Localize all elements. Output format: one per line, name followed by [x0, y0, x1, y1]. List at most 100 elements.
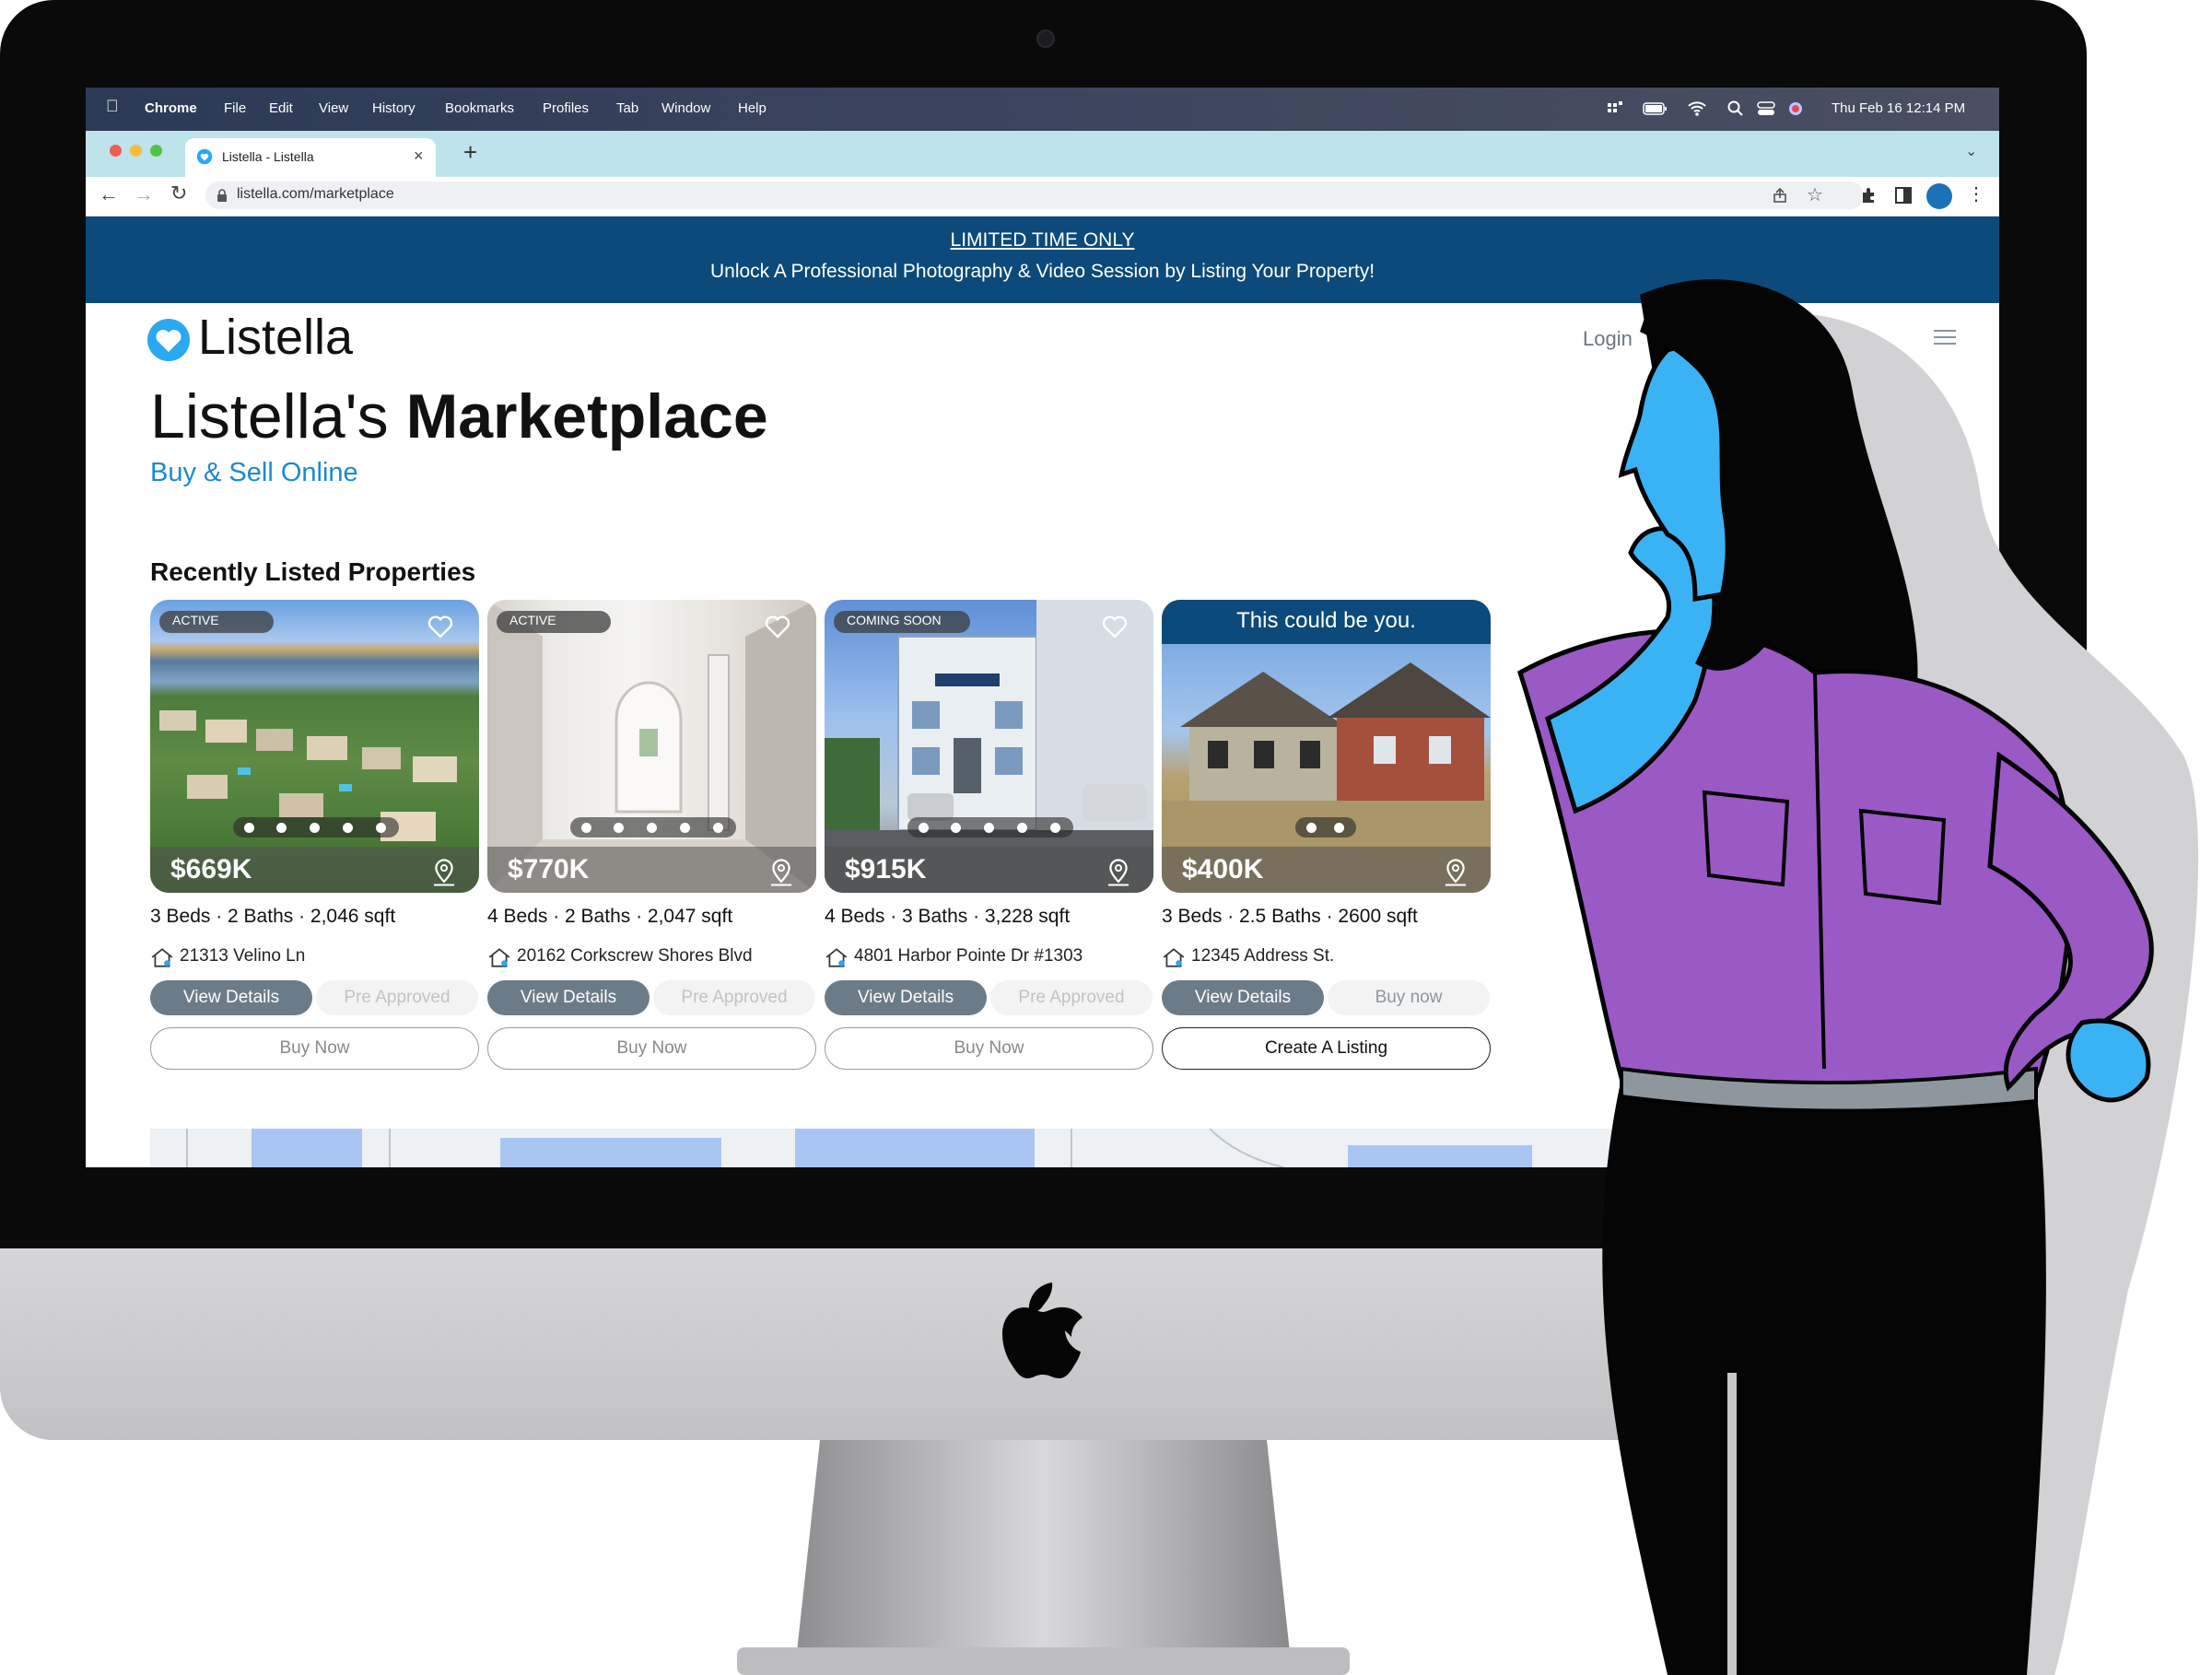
property-address: 4801 Harbor Pointe Dr #1303	[854, 946, 1083, 966]
home-address-icon	[151, 948, 173, 967]
pre-approved-button[interactable]: Pre Approved	[653, 980, 815, 1015]
menu-window[interactable]: Window	[661, 100, 710, 116]
browser-menu-kebab-icon[interactable]: ⋮	[1967, 182, 1985, 205]
macos-menubar:  Chrome File Edit View History Bookmark…	[86, 88, 1999, 131]
property-price: $400K	[1182, 854, 1264, 884]
browser-toolbar: ← → ↻ listella.com/marketplace ☆ ⋮	[86, 177, 1999, 217]
property-facts: 4 Beds · 3 Baths · 3,228 sqft	[825, 906, 1071, 927]
promo-headline-link[interactable]: LIMITED TIME ONLY	[86, 229, 1999, 252]
buy-now-button[interactable]: Buy Now	[487, 1027, 816, 1070]
page-subtitle: Buy & Sell Online	[150, 458, 358, 487]
tab-listella[interactable]: Listella - Listella ×	[185, 138, 436, 177]
bookmark-star-icon[interactable]: ☆	[1807, 183, 1823, 206]
address-bar[interactable]: listella.com/marketplace ☆	[205, 182, 1864, 209]
favorite-heart-icon[interactable]	[1099, 611, 1130, 640]
window-close-button[interactable]	[110, 145, 122, 157]
menu-bookmarks[interactable]: Bookmarks	[445, 100, 514, 116]
pre-approved-button[interactable]: Pre Approved	[990, 980, 1153, 1015]
window-minimize-button[interactable]	[130, 145, 142, 157]
forward-arrow-icon[interactable]: →	[134, 182, 154, 206]
control-center-icon[interactable]	[1756, 100, 1776, 118]
property-address: 20162 Corkscrew Shores Blvd	[517, 946, 753, 966]
property-facts: 4 Beds · 2 Baths · 2,047 sqft	[487, 906, 733, 927]
page-title: Listella's Marketplace	[150, 381, 768, 452]
map-preview[interactable]	[150, 1129, 1624, 1167]
lock-icon	[217, 189, 227, 202]
map-pin-icon[interactable]	[1105, 858, 1132, 887]
menu-tab[interactable]: Tab	[616, 100, 638, 116]
property-photo-condo[interactable]: COMING SOON $915K	[825, 600, 1153, 893]
favorite-heart-icon[interactable]	[762, 611, 793, 640]
menu-app-name[interactable]: Chrome	[145, 100, 197, 116]
heart-favicon-icon	[196, 148, 213, 165]
listella-logo-heart-icon[interactable]	[146, 318, 191, 362]
woman-thinking-illustration	[1517, 279, 2199, 1675]
spotlight-search-icon[interactable]	[1726, 100, 1745, 118]
map-pin-icon[interactable]	[430, 858, 458, 887]
reload-icon[interactable]: ↻	[170, 182, 187, 205]
status-badge: COMING SOON	[834, 611, 970, 633]
map-pin-icon[interactable]	[1442, 858, 1469, 887]
tab-title: Listella - Listella	[222, 149, 314, 164]
view-details-button[interactable]: View Details	[150, 980, 312, 1015]
browser-tab-strip: Listella - Listella × + ⌄	[86, 131, 1999, 177]
photo-carousel-dots[interactable]	[570, 817, 736, 838]
view-details-button[interactable]: View Details	[825, 980, 987, 1015]
menu-history[interactable]: History	[372, 100, 415, 116]
menu-help[interactable]: Help	[738, 100, 767, 116]
extensions-puzzle-icon[interactable]	[1860, 186, 1878, 205]
property-photo-hallway[interactable]: ACTIVE $770K	[487, 600, 816, 893]
property-price: $770K	[508, 854, 590, 884]
listella-logo-text[interactable]: Listella	[198, 309, 353, 366]
imac-stand	[737, 1440, 1350, 1675]
side-panel-icon[interactable]	[1895, 187, 1912, 204]
siri-icon[interactable]	[1787, 100, 1804, 117]
property-facts: 3 Beds · 2 Baths · 2,046 sqft	[150, 906, 396, 927]
property-photo-aerial-lake[interactable]: ACTIVE $669K	[150, 600, 479, 893]
tab-close-icon[interactable]: ×	[414, 146, 424, 166]
property-address: 21313 Velino Ln	[180, 946, 306, 966]
menu-edit[interactable]: Edit	[269, 100, 293, 116]
view-details-button[interactable]: View Details	[487, 980, 650, 1015]
buy-now-button[interactable]: Buy Now	[825, 1027, 1153, 1070]
view-details-button[interactable]: View Details	[1162, 980, 1324, 1015]
property-price: $669K	[170, 854, 252, 884]
wifi-icon[interactable]	[1687, 100, 1707, 118]
page-title-light: Listella's	[150, 381, 389, 451]
battery-icon[interactable]	[1643, 101, 1668, 116]
share-icon[interactable]	[1772, 187, 1788, 204]
apple-menu-icon[interactable]: 	[106, 97, 119, 116]
buy-now-button[interactable]: Buy Now	[150, 1027, 479, 1070]
tab-search-chevron-icon[interactable]: ⌄	[1965, 142, 1977, 160]
section-title: Recently Listed Properties	[150, 557, 476, 586]
apple-logo-icon	[1002, 1283, 1083, 1378]
menubar-clock[interactable]: Thu Feb 16 12:14 PM	[1832, 100, 1965, 116]
back-arrow-icon[interactable]: ←	[99, 182, 119, 206]
property-address: 12345 Address St.	[1191, 946, 1335, 966]
grid-status-icon[interactable]	[1606, 100, 1624, 117]
favorite-heart-icon[interactable]	[425, 611, 456, 640]
profile-avatar[interactable]	[1926, 183, 1952, 209]
photo-carousel-dots[interactable]	[233, 817, 399, 838]
status-badge: ACTIVE	[159, 611, 274, 633]
buy-now-secondary-button[interactable]: Buy now	[1328, 980, 1490, 1015]
pre-approved-button[interactable]: Pre Approved	[316, 980, 478, 1015]
page-title-bold: Marketplace	[405, 381, 768, 451]
photo-carousel-dots[interactable]	[1295, 817, 1356, 838]
window-zoom-button[interactable]	[150, 145, 162, 157]
photo-carousel-dots[interactable]	[907, 817, 1073, 838]
webcam-dot	[1036, 29, 1055, 48]
menu-view[interactable]: View	[319, 100, 348, 116]
menu-profiles[interactable]: Profiles	[543, 100, 589, 116]
home-address-icon	[825, 948, 848, 967]
create-listing-button[interactable]: Create A Listing	[1162, 1027, 1491, 1070]
promo-card-banner: This could be you.	[1162, 600, 1491, 644]
map-pin-icon[interactable]	[767, 858, 795, 887]
home-address-icon	[488, 948, 510, 967]
new-tab-button[interactable]: +	[463, 138, 477, 167]
property-facts: 3 Beds · 2.5 Baths · 2600 sqft	[1162, 906, 1418, 927]
menu-file[interactable]: File	[224, 100, 246, 116]
property-price: $915K	[845, 854, 927, 884]
property-photo-house[interactable]: This could be you. $400K	[1162, 600, 1491, 893]
url-text: listella.com/marketplace	[237, 186, 394, 202]
